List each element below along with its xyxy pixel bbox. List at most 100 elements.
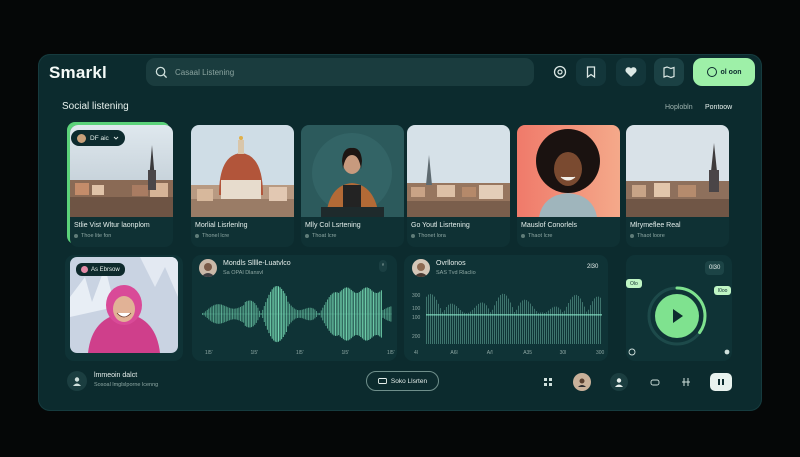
map-button[interactable] — [654, 58, 684, 86]
avatar-icon — [578, 378, 586, 387]
grid-icon — [544, 378, 552, 386]
switch-icon — [718, 379, 724, 385]
card-title: Stlie Vist Wltur laonplom — [74, 222, 150, 229]
live-badge-label: As Ebrsow — [91, 266, 120, 273]
card-subtitle: Thaot loore — [630, 233, 665, 239]
listen-button[interactable]: Soko Llsrten — [366, 371, 439, 391]
grid-button[interactable] — [539, 373, 557, 391]
chevron-down-icon — [113, 136, 119, 140]
x-tick: A35 — [523, 350, 533, 356]
circle-icon — [706, 67, 717, 77]
bottom-bar: lmmeoin dalct Sosoal lmglslporne lcenng … — [65, 367, 755, 397]
card-image — [301, 125, 404, 217]
user-name: lmmeoin dalct — [94, 372, 138, 379]
dot-icon — [521, 234, 525, 238]
card-title: Go Youtl Lisrtening — [411, 222, 470, 229]
user-subtitle: Sosoal lmglslporne lcenng — [94, 382, 159, 388]
x-tick: 1l5' — [341, 350, 350, 356]
section-title: Social listening — [62, 101, 129, 112]
screen-icon — [377, 377, 387, 384]
card-6[interactable]: Mlrymeflee Real Thaot loore — [626, 125, 729, 247]
panel-subtitle: SAS Tvd Rlaclio — [436, 270, 476, 276]
card-3[interactable]: Mlly Col Lsrtening Thoat lcre — [301, 125, 404, 247]
avatar — [412, 259, 430, 277]
info-icon[interactable] — [628, 348, 636, 356]
person-icon — [73, 377, 81, 386]
card-title: Mauslof Conorlels — [521, 222, 578, 229]
segment-1[interactable]: Hoplobln — [665, 104, 693, 111]
x-tick: 1l5' — [296, 350, 304, 356]
avatar-button[interactable] — [573, 373, 591, 391]
heart-button[interactable] — [616, 58, 646, 86]
card-subtitle: Thaot lcre — [521, 233, 552, 239]
switch-button[interactable] — [710, 373, 732, 391]
sliders-button[interactable] — [677, 373, 695, 391]
dot-icon — [411, 234, 415, 238]
card-image — [517, 125, 620, 217]
cloud-icon — [650, 379, 660, 386]
panel-subtitle: Sa OPAl Dlansvl — [223, 270, 264, 276]
card-title: Morlial Lisrlenlng — [195, 222, 248, 229]
card-image — [191, 125, 294, 217]
avatar — [199, 259, 217, 277]
card-subtitle-text: Thoe lite fon — [81, 233, 112, 239]
x-tick: 1l5' — [387, 350, 395, 356]
y-tick: 200 — [412, 334, 421, 340]
x-tick: A/l — [486, 350, 493, 356]
card-subtitle: Thonet lora — [411, 233, 446, 239]
person-button[interactable] — [610, 373, 628, 391]
search-icon — [155, 66, 168, 78]
segment-2[interactable]: Pontoow — [705, 104, 732, 111]
x-tick: 300 — [596, 350, 605, 356]
person-icon — [615, 378, 623, 387]
primary-action-button[interactable]: ol oon — [693, 58, 755, 86]
x-axis-ticks: 4l A6l A/l A35 30l 300 — [414, 350, 604, 358]
search-input[interactable] — [175, 67, 505, 77]
settings-icon[interactable] — [723, 348, 731, 356]
app-window: Smarkl ol oon Social listening Hoplobln … — [38, 54, 762, 411]
dot-icon — [630, 234, 634, 238]
card-subtitle: Thonel lcre — [195, 233, 229, 239]
player-badge: 0l30 — [705, 261, 725, 275]
card-badge-label: DF aic — [90, 134, 109, 142]
bookmark-button[interactable] — [576, 58, 606, 86]
playback-ring[interactable] — [635, 282, 719, 346]
cloud-button[interactable] — [646, 373, 664, 391]
bookmark-icon — [586, 66, 596, 79]
search-bar[interactable] — [146, 58, 534, 86]
dot-icon — [305, 234, 309, 238]
y-tick: 100 — [412, 306, 421, 312]
dot-icon — [195, 234, 199, 238]
avatar — [81, 266, 88, 273]
x-axis-ticks: 1l5' 1l5' 1l5' 1l5' 1l5' — [205, 350, 395, 358]
card-subtitle-text: Thonet lora — [418, 233, 446, 239]
card-5[interactable]: Mauslof Conorlels Thaot lcre — [517, 125, 620, 247]
coin-icon — [553, 65, 567, 79]
x-tick: 30l — [559, 350, 567, 356]
waveform — [202, 286, 392, 343]
y-tick: 100 — [412, 315, 421, 321]
card-image — [626, 125, 729, 217]
card-4[interactable]: Go Youtl Lisrtening Thonet lora — [407, 125, 510, 247]
map-icon — [663, 66, 675, 79]
card-badge[interactable]: DF aic — [71, 130, 125, 146]
card-subtitle-text: Thoat lcre — [312, 233, 337, 239]
card-2[interactable]: Morlial Lisrlenlng Thonel lcre — [191, 125, 294, 247]
x-tick: 1l5' — [205, 350, 213, 356]
sliders-icon — [682, 378, 690, 386]
card-title: Mlly Col Lsrtening — [305, 222, 361, 229]
panel-value: 2l30 — [587, 264, 599, 270]
user-avatar[interactable] — [67, 371, 87, 391]
dot-icon — [74, 234, 78, 238]
primary-action-label: ol oon — [720, 68, 742, 76]
signal-chart — [426, 293, 602, 344]
x-tick: 4l — [414, 350, 418, 356]
listen-button-label: Soko Llsrten — [390, 377, 428, 385]
card-image — [407, 125, 510, 217]
panel-tag: ᵒ — [379, 260, 388, 272]
card-subtitle-text: Thonel lcre — [202, 233, 230, 239]
coin-button[interactable] — [545, 58, 575, 86]
brand-logo: Smarkl — [49, 63, 107, 82]
live-badge: As Ebrsow — [76, 263, 125, 276]
card-subtitle: Thoat lcre — [305, 233, 336, 239]
